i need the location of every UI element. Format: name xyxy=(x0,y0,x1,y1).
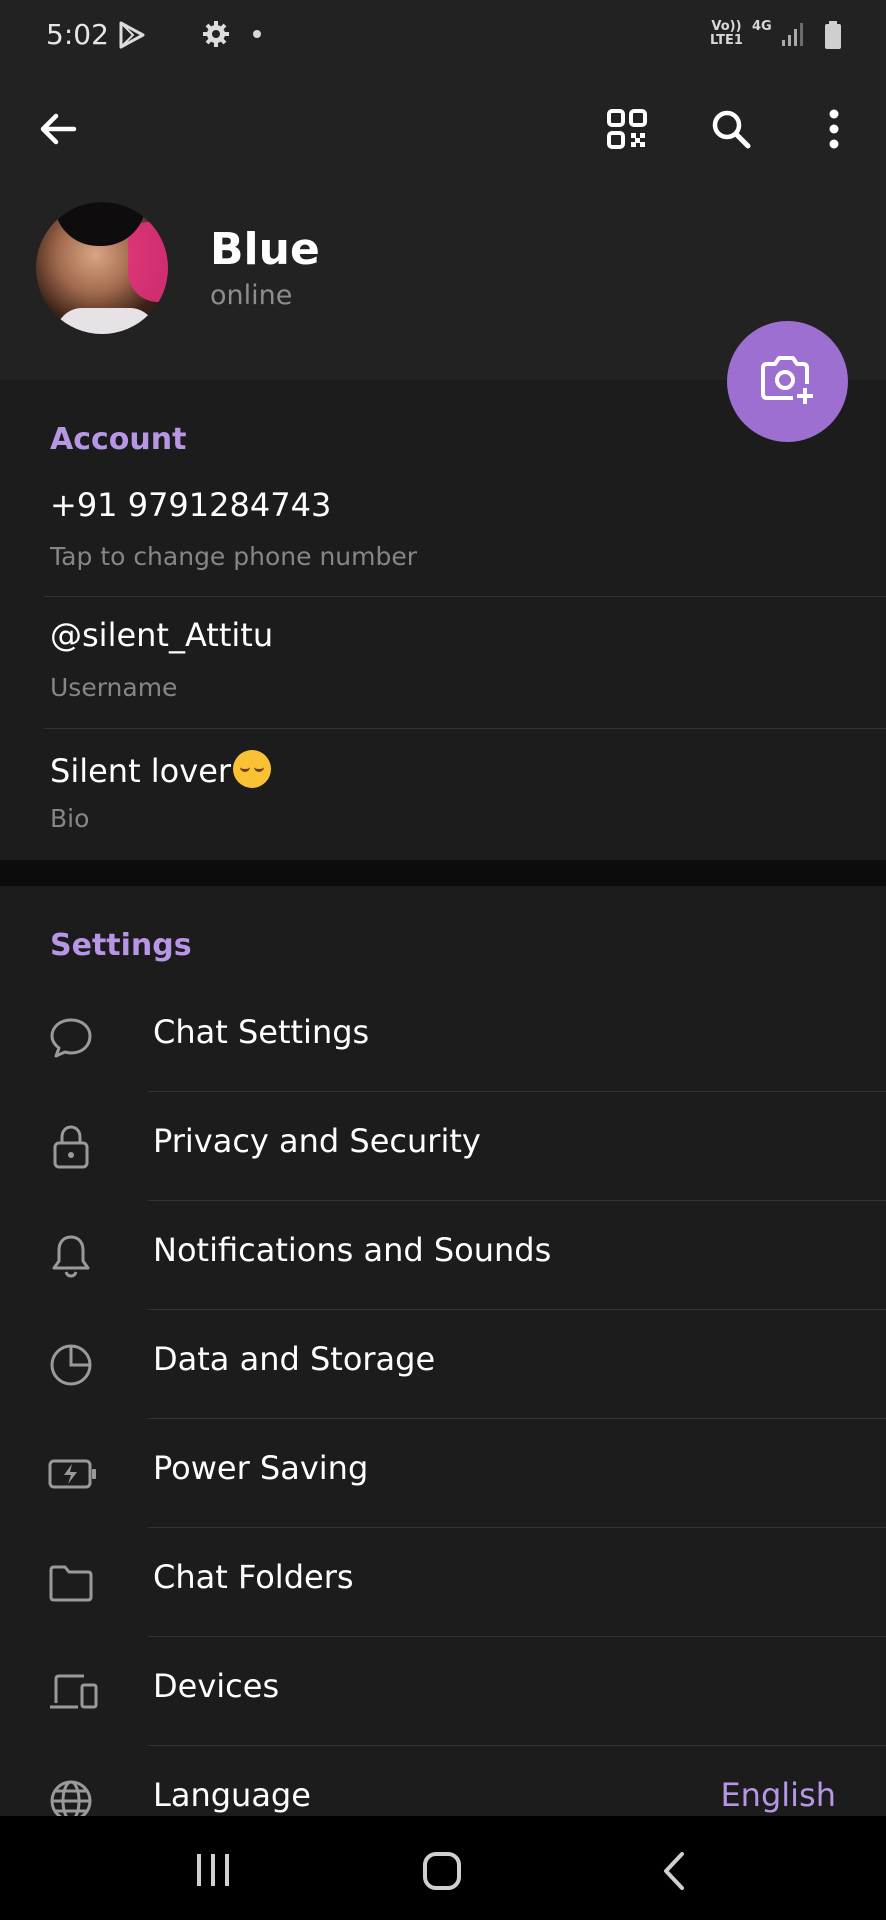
lte-label: LTE1 xyxy=(710,33,743,48)
devices-item[interactable]: Devices xyxy=(0,1637,886,1746)
privacy-security-label: Privacy and Security xyxy=(153,1122,481,1160)
bio-label: Bio xyxy=(50,804,90,833)
avatar[interactable] xyxy=(36,202,168,334)
search-icon[interactable] xyxy=(710,108,752,154)
system-navigation-bar xyxy=(0,1816,886,1920)
power-saving-label: Power Saving xyxy=(153,1449,369,1487)
profile-name: Blue xyxy=(210,224,320,275)
username-label: Username xyxy=(50,673,178,702)
profile-status: online xyxy=(210,280,293,311)
notifications-sounds-item[interactable]: Notifications and Sounds xyxy=(0,1201,886,1310)
chat-settings-item[interactable]: Chat Settings xyxy=(0,983,886,1092)
power-saving-item[interactable]: Power Saving xyxy=(0,1419,886,1528)
account-section: Account +91 9791284743 Tap to change pho… xyxy=(0,380,886,860)
pie-chart-icon xyxy=(48,1342,94,1388)
avatar-shirt xyxy=(56,308,156,334)
relieved-face-emoji-icon xyxy=(233,750,272,788)
bell-icon xyxy=(48,1233,94,1279)
status-bar: 5:02 Vo)) LTE1 4G xyxy=(0,0,886,68)
recent-apps-icon[interactable] xyxy=(193,1850,233,1894)
play-store-icon xyxy=(118,20,146,54)
qr-code-icon[interactable] xyxy=(606,108,648,154)
data-storage-item[interactable]: Data and Storage xyxy=(0,1310,886,1419)
chat-bubble-icon xyxy=(48,1015,94,1061)
folder-icon xyxy=(48,1560,94,1606)
set-photo-button[interactable] xyxy=(727,321,848,442)
battery-icon xyxy=(824,20,842,54)
language-label: Language xyxy=(153,1776,311,1814)
chat-folders-item[interactable]: Chat Folders xyxy=(0,1528,886,1637)
devices-label: Devices xyxy=(153,1667,280,1705)
volte-label: Vo)) xyxy=(711,19,742,34)
back-arrow-icon[interactable] xyxy=(38,109,78,153)
data-storage-label: Data and Storage xyxy=(153,1340,436,1378)
battery-charging-icon xyxy=(48,1451,96,1497)
volte-indicator: Vo)) LTE1 xyxy=(710,20,743,48)
divider xyxy=(44,728,886,729)
section-gap xyxy=(0,860,886,886)
account-section-title: Account xyxy=(50,422,187,457)
signal-strength-icon xyxy=(780,20,806,52)
status-time: 5:02 xyxy=(46,18,109,51)
divider xyxy=(44,596,886,597)
home-icon[interactable] xyxy=(421,1850,463,1896)
settings-gear-icon xyxy=(202,20,230,52)
back-nav-icon[interactable] xyxy=(660,1850,688,1896)
notifications-sounds-label: Notifications and Sounds xyxy=(153,1231,552,1269)
avatar-pink-shape xyxy=(128,222,168,302)
chat-settings-label: Chat Settings xyxy=(153,1013,370,1051)
settings-row-spacer xyxy=(0,886,886,995)
chat-folders-label: Chat Folders xyxy=(153,1558,354,1596)
settings-section: Settings Chat Settings Privacy and Secur… xyxy=(0,886,886,1822)
lock-icon xyxy=(48,1124,94,1170)
username: @silent_Attitu xyxy=(50,616,274,654)
phone-number-hint: Tap to change phone number xyxy=(50,542,418,571)
language-value: English xyxy=(720,1776,836,1814)
notification-dot xyxy=(253,30,261,38)
privacy-security-item[interactable]: Privacy and Security xyxy=(0,1092,886,1201)
phone-number: +91 9791284743 xyxy=(50,486,332,524)
add-photo-camera-icon xyxy=(759,354,817,410)
devices-icon xyxy=(48,1669,98,1715)
more-vertical-icon[interactable] xyxy=(818,108,850,154)
network-type: 4G xyxy=(752,19,772,34)
bio-value: Silent lover xyxy=(50,752,232,790)
bio-text: Silent lover xyxy=(50,750,272,790)
